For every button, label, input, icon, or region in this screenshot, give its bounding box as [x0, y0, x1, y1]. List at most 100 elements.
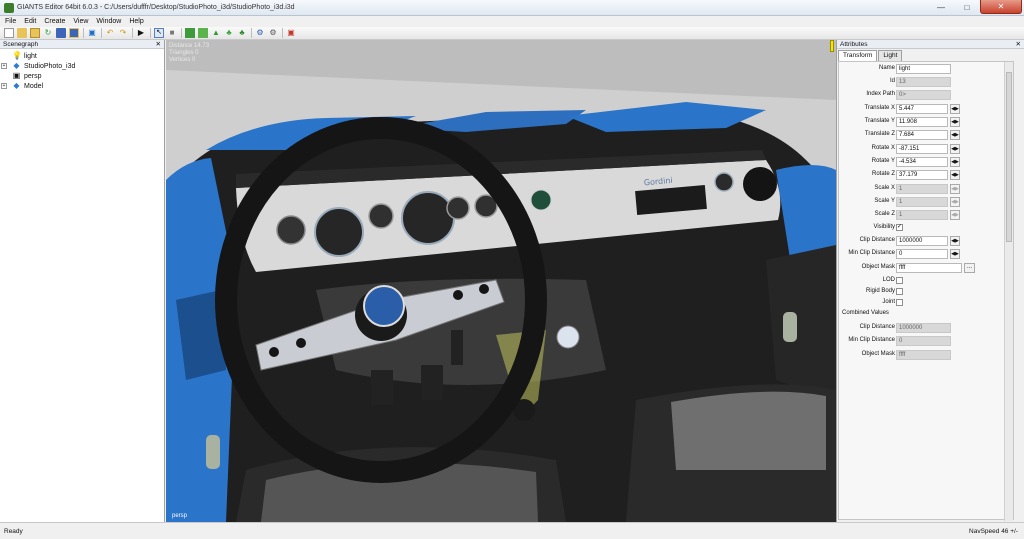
field-rotate-y: Rotate Y -4.534 ◀▶ [839, 157, 1015, 167]
field-label: Visibility [873, 224, 895, 230]
field-label: LOD [882, 277, 895, 283]
redo-icon[interactable]: ↷ [118, 28, 128, 38]
close-window-icon[interactable]: ✕ [980, 0, 1022, 14]
spin-arrows-icon[interactable]: ◀▶ [950, 104, 960, 114]
lock-icon[interactable]: ■ [167, 28, 177, 38]
spin-arrows-icon[interactable]: ◀▶ [950, 236, 960, 246]
script-icon[interactable]: ⚙ [268, 28, 278, 38]
translate-y-input[interactable]: 11.908 [896, 117, 948, 127]
new-file-icon[interactable] [4, 28, 14, 38]
combined-values-heading: Combined Values [842, 310, 889, 316]
spin-arrows-icon[interactable]: ◀▶ [950, 144, 960, 154]
select-tool-icon[interactable]: ↖ [154, 28, 164, 38]
rotate-x-input[interactable]: -87.151 [896, 144, 948, 154]
foliage-icon[interactable]: ▲ [211, 28, 221, 38]
field-label: Min Clip Distance [848, 250, 895, 256]
import-icon[interactable]: ▣ [87, 28, 97, 38]
viewport-3d[interactable]: Gordini Distance 14.73 Triangles 0 Verti… [166, 40, 836, 522]
tree-item-persp[interactable]: ▣ persp [0, 71, 164, 81]
rotate-z-input[interactable]: 37.179 [896, 170, 948, 180]
menu-view[interactable]: View [73, 18, 88, 25]
visibility-checkbox[interactable]: ✓ [896, 224, 903, 231]
field-label: Id [889, 78, 895, 84]
field-name: Name light [839, 64, 1015, 74]
spin-arrows-icon: ◀▶ [950, 197, 960, 207]
field-joint: Joint [839, 298, 1015, 308]
close-panel-icon[interactable]: ✕ [1016, 40, 1021, 48]
spin-arrows-icon: ◀▶ [950, 210, 960, 220]
video-icon[interactable]: ▣ [286, 28, 296, 38]
gear-icon[interactable]: ⚙ [255, 28, 265, 38]
attributes-scrollbar[interactable] [1004, 62, 1013, 521]
field-label: Rotate X [871, 145, 895, 151]
spin-arrows-icon[interactable]: ◀▶ [950, 157, 960, 167]
tree-item-light[interactable]: 💡 light [0, 51, 164, 61]
open-folder-icon[interactable] [17, 28, 27, 38]
play-icon[interactable]: ▶ [136, 28, 146, 38]
rigid-body-checkbox[interactable] [896, 288, 903, 295]
tree-item-model[interactable]: + ◆ Model [0, 81, 164, 91]
spin-arrows-icon[interactable]: ◀▶ [950, 249, 960, 259]
field-object-mask: Object Mask ffff ... [839, 263, 1015, 273]
plant-icon[interactable]: ♣ [224, 28, 234, 38]
menu-edit[interactable]: Edit [24, 18, 36, 25]
lod-checkbox[interactable] [896, 277, 903, 284]
toolbar-separator [251, 28, 252, 38]
field-rotate-z: Rotate Z 37.179 ◀▶ [839, 170, 1015, 180]
field-lod: LOD [839, 276, 1015, 286]
translate-z-input[interactable]: 7.684 [896, 130, 948, 140]
clip-distance-input[interactable]: 1000000 [896, 236, 948, 246]
viewport-stats: Distance 14.73 Triangles 0 Vertices 0 [169, 43, 209, 64]
combined-object-mask-value: ffff [896, 350, 951, 360]
spin-arrows-icon[interactable]: ◀▶ [950, 117, 960, 127]
tree-brush-icon[interactable]: ♣ [237, 28, 247, 38]
scrollbar-thumb[interactable] [1006, 72, 1012, 242]
menu-create[interactable]: Create [44, 18, 65, 25]
terrain-icon[interactable] [185, 28, 195, 38]
tab-transform[interactable]: Transform [838, 50, 878, 61]
bulb-icon: 💡 [12, 51, 22, 60]
paint-terrain-icon[interactable] [198, 28, 208, 38]
close-panel-icon[interactable]: ✕ [156, 40, 161, 48]
menu-window[interactable]: Window [96, 18, 121, 25]
tab-light[interactable]: Light [878, 50, 903, 61]
toolbar-separator [150, 28, 151, 38]
scenegraph-tree: 💡 light + ◆ StudioPhoto_i3d ▣ persp + ◆ … [0, 49, 164, 91]
spin-arrows-icon[interactable]: ◀▶ [950, 170, 960, 180]
open-recent-icon[interactable] [30, 28, 40, 38]
save-icon[interactable] [56, 28, 66, 38]
toolbar: ↻ ▣ ↶ ↷ ▶ ↖ ■ ▲ ♣ ♣ ⚙ ⚙ ▣ [0, 27, 1024, 40]
menu-help[interactable]: Help [129, 18, 143, 25]
toolbar-separator [83, 28, 84, 38]
giants-app-icon [4, 2, 14, 13]
scale-x-input: 1 [896, 184, 948, 194]
undo-icon[interactable]: ↶ [105, 28, 115, 38]
min-clip-distance-input[interactable]: 0 [896, 249, 948, 259]
object-mask-browse-button[interactable]: ... [964, 263, 975, 273]
rotate-y-input[interactable]: -4.534 [896, 157, 948, 167]
menu-file[interactable]: File [5, 18, 16, 25]
status-text: Ready [4, 527, 23, 535]
expand-icon[interactable]: + [1, 63, 7, 69]
scenegraph-panel: Scenegraph ✕ 💡 light + ◆ StudioPhoto_i3d… [0, 40, 165, 522]
tree-item-studiophoto[interactable]: + ◆ StudioPhoto_i3d [0, 61, 164, 71]
joint-checkbox[interactable] [896, 299, 903, 306]
save-as-icon[interactable] [69, 28, 79, 38]
attributes-panel: Attributes ✕ Transform Light Name light … [830, 40, 1024, 522]
translate-x-input[interactable]: 5.447 [896, 104, 948, 114]
field-rotate-x: Rotate X -87.151 ◀▶ [839, 144, 1015, 154]
maximize-icon[interactable]: □ [954, 0, 980, 14]
menu-bar: File Edit Create View Window Help [0, 16, 1024, 27]
viewport-camera-label: persp [172, 513, 188, 519]
spin-arrows-icon[interactable]: ◀▶ [950, 130, 960, 140]
object-mask-input[interactable]: ffff [896, 263, 962, 273]
viewport-stat-triangles: Triangles 0 [169, 50, 199, 56]
reload-icon[interactable]: ↻ [43, 28, 53, 38]
minimize-icon[interactable]: — [928, 0, 954, 14]
toolbar-separator [282, 28, 283, 38]
field-label: Translate Y [864, 118, 895, 124]
transform-icon: ◆ [13, 61, 20, 70]
expand-icon[interactable]: + [1, 83, 7, 89]
name-input[interactable]: light [896, 64, 951, 74]
viewport-stat-distance: Distance 14.73 [169, 43, 210, 49]
